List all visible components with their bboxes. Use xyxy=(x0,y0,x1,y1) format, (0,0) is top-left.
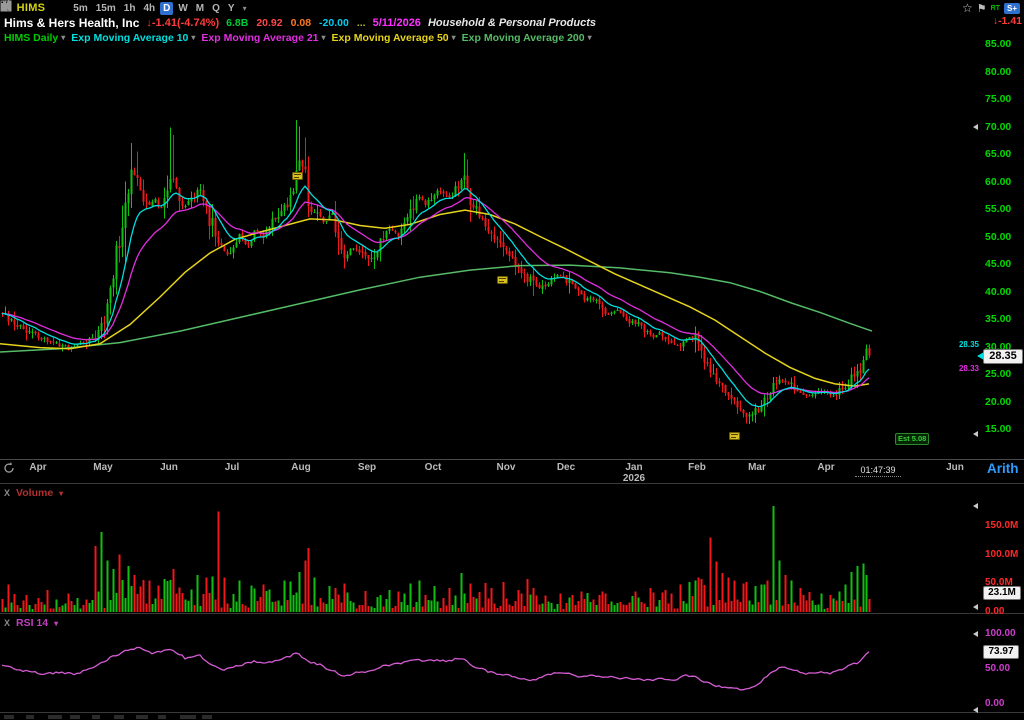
collapsed-panel-text xyxy=(4,715,14,719)
collapsed-panel-text xyxy=(48,715,62,719)
axis-tick-label: 75.00 xyxy=(985,93,1024,105)
rsi-panel-divider xyxy=(0,613,1024,614)
earnings-estimate-badge: Est 5.08 xyxy=(895,433,929,445)
candle-countdown-timer: 01:47:39 xyxy=(855,465,901,477)
month-label: Jun xyxy=(946,462,964,473)
axis-tick-label: 100.0M xyxy=(985,549,1024,560)
rsi-dropdown-icon[interactable]: ▾ xyxy=(54,619,58,628)
axis-marker-arrow xyxy=(973,604,978,610)
axis-tick-label: 0.00 xyxy=(985,698,1024,709)
volume-panel-divider xyxy=(0,483,1024,484)
axis-tick-label: 55.00 xyxy=(985,203,1024,215)
month-label: Mar xyxy=(748,462,766,473)
scale-type-label[interactable]: Arith xyxy=(987,461,1019,476)
collapsed-panel-text xyxy=(70,715,80,719)
axis-tick-label: 15.00 xyxy=(985,423,1024,435)
axis-marker-arrow xyxy=(973,124,978,130)
axis-tick-label: 25.00 xyxy=(985,368,1024,380)
axis-marker-arrow xyxy=(973,631,978,637)
axis-tick-label: 50.00 xyxy=(985,231,1024,243)
collapsed-panel-text xyxy=(114,715,124,719)
rsi-close-button[interactable]: X xyxy=(4,618,10,628)
ema21-value-tag: 28.33 xyxy=(952,364,979,373)
collapsed-panel-text xyxy=(202,715,212,719)
axis-tick-label: 100.00 xyxy=(985,628,1024,639)
bottom-panel-divider xyxy=(0,712,1024,713)
axis-tick-label: 85.00 xyxy=(985,38,1024,50)
month-label: Apr xyxy=(29,462,46,473)
axis-tick-label: 50.00 xyxy=(985,663,1024,674)
month-label: May xyxy=(93,462,112,473)
axis-tick-label: 40.00 xyxy=(985,286,1024,298)
axis-marker-arrow xyxy=(973,707,978,713)
earnings-marker[interactable] xyxy=(292,172,303,180)
month-label: Aug xyxy=(291,462,310,473)
axis-tick-label: 150.0M xyxy=(985,520,1024,531)
axis-tick-label: 65.00 xyxy=(985,148,1024,160)
collapsed-panel-text xyxy=(158,715,166,719)
earnings-marker[interactable] xyxy=(729,432,740,440)
rsi-panel-header: X RSI 14 ▾ xyxy=(4,617,58,629)
month-label: Sep xyxy=(358,462,376,473)
month-label: Nov xyxy=(497,462,516,473)
month-label: Jun xyxy=(160,462,178,473)
price-axis-line xyxy=(0,459,1024,460)
month-label: Apr xyxy=(817,462,834,473)
volume-close-button[interactable]: X xyxy=(4,488,10,498)
current-rsi-badge: 73.97 xyxy=(983,645,1019,659)
month-label: Jul xyxy=(225,462,239,473)
axis-tick-label: 20.00 xyxy=(985,396,1024,408)
month-label: Jan2026 xyxy=(623,462,645,484)
price-chart-canvas[interactable] xyxy=(0,0,1024,720)
axis-tick-label: 80.00 xyxy=(985,66,1024,78)
volume-title[interactable]: Volume xyxy=(16,487,53,499)
axis-tick-label: 35.00 xyxy=(985,313,1024,325)
charting-app-window: { "toolbar": { "add_symbol": "+", "symbo… xyxy=(0,0,1024,720)
month-label: Feb xyxy=(688,462,706,473)
current-volume-badge: 23.1M xyxy=(983,586,1021,600)
earnings-marker[interactable] xyxy=(497,276,508,284)
axis-tick-label: 0.00 xyxy=(985,606,1024,617)
axis-tick-label: 45.00 xyxy=(985,258,1024,270)
axis-tick-label: 60.00 xyxy=(985,176,1024,188)
ema10-value-tag: 28.35 xyxy=(952,340,979,349)
collapsed-panel-text xyxy=(26,715,34,719)
month-label: Oct xyxy=(425,462,442,473)
volume-dropdown-icon[interactable]: ▾ xyxy=(59,489,63,498)
collapsed-panel-text xyxy=(92,715,100,719)
rsi-title[interactable]: RSI 14 xyxy=(16,617,48,629)
axis-marker-arrow xyxy=(973,431,978,437)
collapsed-panel-text xyxy=(180,715,196,719)
month-label: Dec xyxy=(557,462,575,473)
last-price-bubble: 28.35 xyxy=(983,349,1023,364)
collapsed-panel-text xyxy=(136,715,148,719)
volume-panel-header: X Volume ▾ xyxy=(4,487,63,499)
axis-tick-label: 70.00 xyxy=(985,121,1024,133)
axis-marker-arrow xyxy=(973,503,978,509)
